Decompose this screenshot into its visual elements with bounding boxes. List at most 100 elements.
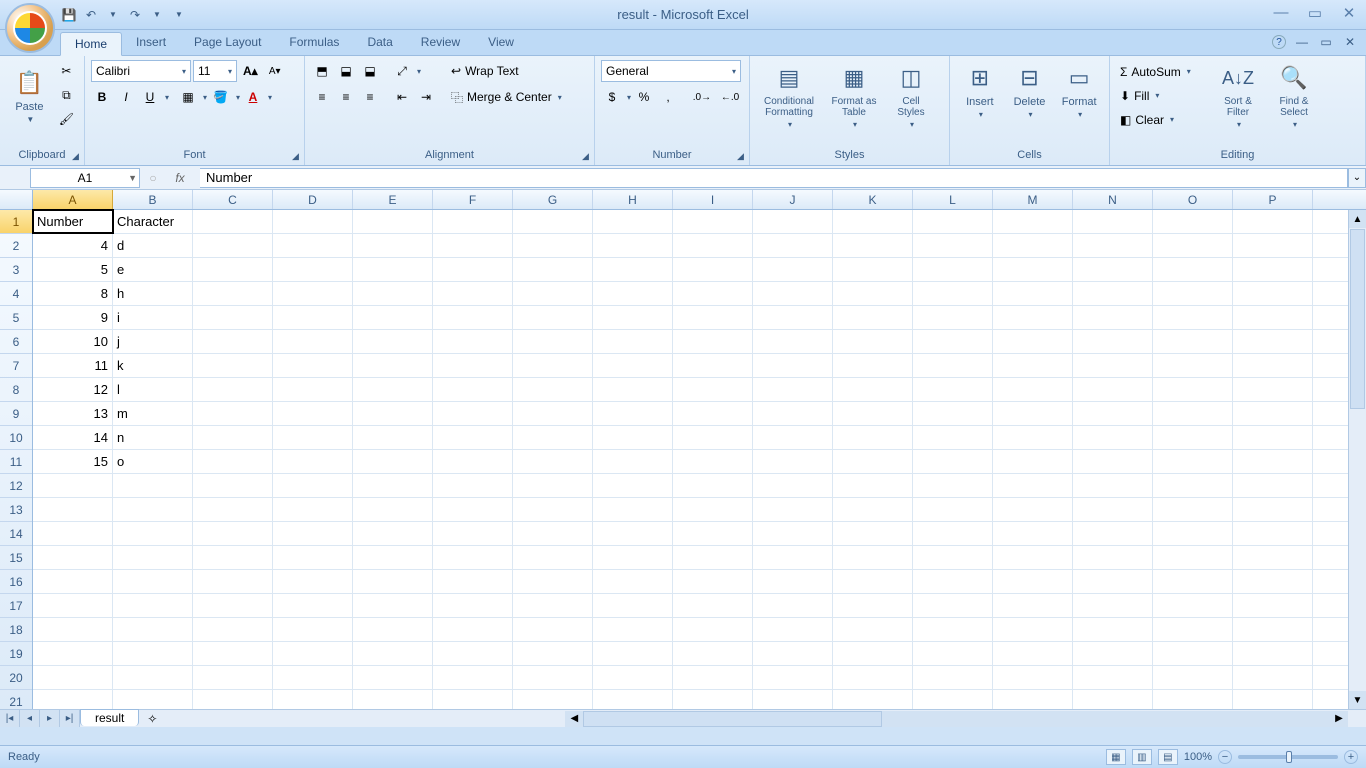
cell-L2[interactable] — [913, 234, 993, 257]
cell-F8[interactable] — [433, 378, 513, 401]
cell-A15[interactable] — [33, 546, 113, 569]
cell-A7[interactable]: 11 — [33, 354, 113, 377]
cell-C6[interactable] — [193, 330, 273, 353]
cell-J4[interactable] — [753, 282, 833, 305]
cell-O1[interactable] — [1153, 210, 1233, 233]
cell-P18[interactable] — [1233, 618, 1313, 641]
cell-E19[interactable] — [353, 642, 433, 665]
cell-M11[interactable] — [993, 450, 1073, 473]
cell-I20[interactable] — [673, 666, 753, 689]
cell-D17[interactable] — [273, 594, 353, 617]
cell-A20[interactable] — [33, 666, 113, 689]
cell-A16[interactable] — [33, 570, 113, 593]
cell-N8[interactable] — [1073, 378, 1153, 401]
sort-filter-button[interactable]: A↓ZSort & Filter▾ — [1214, 60, 1262, 131]
column-header-J[interactable]: J — [753, 190, 833, 209]
cell-G2[interactable] — [513, 234, 593, 257]
font-size-combo[interactable]: 11▾ — [193, 60, 237, 82]
cell-H17[interactable] — [593, 594, 673, 617]
cell-A9[interactable]: 13 — [33, 402, 113, 425]
cell-B5[interactable]: i — [113, 306, 193, 329]
cell-N6[interactable] — [1073, 330, 1153, 353]
cell-B6[interactable]: j — [113, 330, 193, 353]
cell-I9[interactable] — [673, 402, 753, 425]
cell-L11[interactable] — [913, 450, 993, 473]
cell-E3[interactable] — [353, 258, 433, 281]
row-header-7[interactable]: 7 — [0, 354, 32, 378]
cell-J19[interactable] — [753, 642, 833, 665]
cell-H13[interactable] — [593, 498, 673, 521]
cell-I3[interactable] — [673, 258, 753, 281]
cell-K12[interactable] — [833, 474, 913, 497]
cell-G20[interactable] — [513, 666, 593, 689]
cell-J7[interactable] — [753, 354, 833, 377]
cell-H20[interactable] — [593, 666, 673, 689]
cell-N11[interactable] — [1073, 450, 1153, 473]
cell-H14[interactable] — [593, 522, 673, 545]
cell-C15[interactable] — [193, 546, 273, 569]
cell-G15[interactable] — [513, 546, 593, 569]
sheet-tab-result[interactable]: result — [80, 709, 139, 726]
row-header-9[interactable]: 9 — [0, 402, 32, 426]
row-header-4[interactable]: 4 — [0, 282, 32, 306]
cell-N7[interactable] — [1073, 354, 1153, 377]
cell-P7[interactable] — [1233, 354, 1313, 377]
cell-H10[interactable] — [593, 426, 673, 449]
cell-K15[interactable] — [833, 546, 913, 569]
cell-N10[interactable] — [1073, 426, 1153, 449]
cell-J8[interactable] — [753, 378, 833, 401]
cell-L12[interactable] — [913, 474, 993, 497]
cut-button[interactable]: ✂ — [55, 60, 78, 82]
close-button[interactable]: ✕ — [1338, 4, 1360, 22]
cell-E14[interactable] — [353, 522, 433, 545]
cell-C7[interactable] — [193, 354, 273, 377]
zoom-out-button[interactable]: − — [1218, 750, 1232, 764]
cell-F13[interactable] — [433, 498, 513, 521]
cell-E17[interactable] — [353, 594, 433, 617]
cell-E4[interactable] — [353, 282, 433, 305]
cell-B12[interactable] — [113, 474, 193, 497]
cell-G8[interactable] — [513, 378, 593, 401]
column-header-H[interactable]: H — [593, 190, 673, 209]
cell-M19[interactable] — [993, 642, 1073, 665]
align-top-button[interactable]: ⬒ — [311, 60, 333, 82]
cell-I19[interactable] — [673, 642, 753, 665]
column-header-C[interactable]: C — [193, 190, 273, 209]
cell-J9[interactable] — [753, 402, 833, 425]
cell-B19[interactable] — [113, 642, 193, 665]
cell-H19[interactable] — [593, 642, 673, 665]
cell-E7[interactable] — [353, 354, 433, 377]
page-layout-view-button[interactable]: ▥ — [1132, 749, 1152, 765]
underline-button[interactable]: U — [139, 86, 161, 108]
align-right-button[interactable]: ≡ — [359, 86, 381, 108]
cell-K2[interactable] — [833, 234, 913, 257]
increase-decimal-button[interactable]: .0→ — [689, 86, 715, 108]
shrink-font-button[interactable]: A▾ — [264, 60, 286, 82]
cell-O17[interactable] — [1153, 594, 1233, 617]
cell-D11[interactable] — [273, 450, 353, 473]
cell-B1[interactable]: Character — [113, 210, 193, 233]
cell-F12[interactable] — [433, 474, 513, 497]
cell-G1[interactable] — [513, 210, 593, 233]
cell-H1[interactable] — [593, 210, 673, 233]
cell-A5[interactable]: 9 — [33, 306, 113, 329]
cell-I11[interactable] — [673, 450, 753, 473]
cell-G16[interactable] — [513, 570, 593, 593]
row-header-5[interactable]: 5 — [0, 306, 32, 330]
help-icon[interactable]: ? — [1272, 35, 1286, 49]
cell-C17[interactable] — [193, 594, 273, 617]
column-header-M[interactable]: M — [993, 190, 1073, 209]
cell-J1[interactable] — [753, 210, 833, 233]
cell-A19[interactable] — [33, 642, 113, 665]
cell-E5[interactable] — [353, 306, 433, 329]
number-format-combo[interactable]: General▾ — [601, 60, 741, 82]
clipboard-dialog-launcher[interactable]: ◢ — [69, 150, 82, 163]
cell-F5[interactable] — [433, 306, 513, 329]
column-header-K[interactable]: K — [833, 190, 913, 209]
cell-H4[interactable] — [593, 282, 673, 305]
cell-E1[interactable] — [353, 210, 433, 233]
cell-F16[interactable] — [433, 570, 513, 593]
cell-L13[interactable] — [913, 498, 993, 521]
cell-E6[interactable] — [353, 330, 433, 353]
tab-data[interactable]: Data — [353, 31, 406, 55]
